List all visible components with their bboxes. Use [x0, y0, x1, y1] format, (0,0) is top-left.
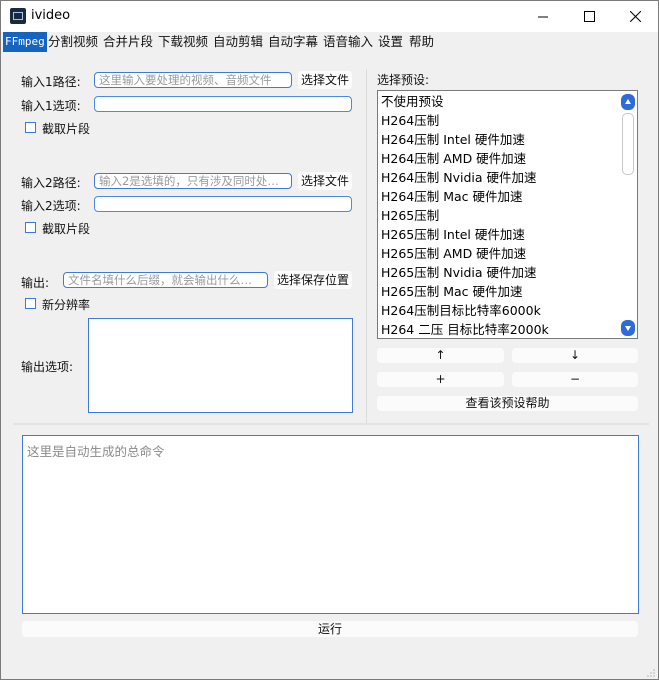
- input1-options-field[interactable]: [94, 96, 352, 112]
- input1-path-label: 输入1路径:: [21, 75, 81, 89]
- list-item[interactable]: H265压制 AMD 硬件加速: [381, 244, 526, 263]
- list-item[interactable]: H265压制: [381, 206, 439, 225]
- tab-help[interactable]: 帮助: [407, 32, 436, 52]
- output-path-field[interactable]: 文件名填什么后缀，就会输出什么…: [63, 272, 268, 288]
- list-item[interactable]: H265压制 Nvidia 硬件加速: [381, 263, 537, 282]
- section-divider: [13, 423, 649, 425]
- move-preset-up-button[interactable]: ↑: [377, 348, 504, 363]
- input1-clip-label: 截取片段: [42, 122, 91, 136]
- minimize-icon: [538, 16, 548, 17]
- command-field[interactable]: 这里是自动生成的总命令: [22, 435, 639, 614]
- run-button[interactable]: 运行: [22, 621, 638, 637]
- list-item[interactable]: H264压制: [381, 111, 439, 130]
- list-item[interactable]: H265压制 Intel 硬件加速: [381, 225, 525, 244]
- input2-options-field[interactable]: [94, 196, 352, 212]
- new-resolution-label: 新分辨率: [42, 298, 91, 312]
- presets-list[interactable]: 不使用预设 H264压制 H264压制 Intel 硬件加速 H264压制 AM…: [377, 90, 638, 339]
- list-item[interactable]: H264压制 Intel 硬件加速: [381, 130, 525, 149]
- tab-settings[interactable]: 设置: [376, 32, 405, 52]
- input2-choose-file-button[interactable]: 选择文件: [298, 172, 352, 190]
- presets-label: 选择预设:: [377, 73, 430, 87]
- output-options-field[interactable]: [88, 318, 353, 413]
- maximize-button[interactable]: [566, 1, 612, 32]
- input1-options-label: 输入1选项:: [21, 99, 81, 113]
- tab-ffmpeg[interactable]: FFmpeg: [3, 32, 47, 52]
- panel-divider: [366, 69, 367, 424]
- choose-save-location-button[interactable]: 选择保存位置: [274, 271, 352, 289]
- presets-scrollbar[interactable]: [620, 92, 636, 337]
- minimize-button[interactable]: [520, 1, 566, 32]
- move-preset-down-button[interactable]: ↓: [512, 348, 638, 363]
- tab-auto-edit[interactable]: 自动剪辑: [211, 32, 265, 52]
- preset-help-button[interactable]: 查看该预设帮助: [377, 396, 638, 411]
- maximize-icon: [583, 11, 595, 22]
- tab-voice-input[interactable]: 语音输入: [321, 32, 375, 52]
- tab-split-video[interactable]: 分割视频: [46, 32, 100, 52]
- resize-grip-icon[interactable]: [646, 668, 656, 678]
- tab-merge-clips[interactable]: 合并片段: [101, 32, 155, 52]
- list-item[interactable]: H264 二压 目标比特率2000k: [381, 320, 549, 338]
- scrollbar-thumb[interactable]: [622, 113, 634, 175]
- input2-path-label: 输入2路径:: [21, 176, 81, 190]
- tab-auto-subtitle[interactable]: 自动字幕: [266, 32, 320, 52]
- input1-path-field[interactable]: 这里输入要处理的视频、音频文件: [94, 72, 292, 88]
- input1-choose-file-button[interactable]: 选择文件: [298, 71, 352, 89]
- app-icon: [10, 8, 26, 24]
- new-resolution-checkbox[interactable]: [25, 298, 36, 309]
- add-preset-button[interactable]: +: [377, 372, 504, 387]
- scroll-up-icon[interactable]: [621, 94, 635, 110]
- close-icon: [629, 11, 641, 22]
- input2-options-label: 输入2选项:: [21, 199, 81, 213]
- tab-download-video[interactable]: 下载视频: [156, 32, 210, 52]
- list-item[interactable]: H264压制 AMD 硬件加速: [381, 149, 526, 168]
- window-title: ivideo: [31, 8, 71, 23]
- app-window: ivideo FFmpeg 分割视频 合并片段 下载视频 自动剪辑 自动字幕 语…: [0, 0, 659, 680]
- input2-path-field[interactable]: 输入2是选填的，只有涉及同时处…: [94, 173, 292, 189]
- remove-preset-button[interactable]: −: [512, 372, 638, 387]
- output-label: 输出:: [21, 276, 50, 290]
- input1-clip-checkbox[interactable]: [25, 122, 36, 133]
- scroll-down-icon[interactable]: [621, 320, 635, 336]
- input2-clip-checkbox[interactable]: [25, 222, 36, 233]
- title-bar: ivideo: [1, 1, 658, 32]
- list-item[interactable]: H264压制 Mac 硬件加速: [381, 187, 523, 206]
- list-item[interactable]: H264压制目标比特率6000k: [381, 301, 541, 320]
- list-item[interactable]: H264压制 Nvidia 硬件加速: [381, 168, 537, 187]
- tab-bar: FFmpeg 分割视频 合并片段 下载视频 自动剪辑 自动字幕 语音输入 设置 …: [1, 32, 658, 52]
- list-item[interactable]: 不使用预设: [381, 92, 444, 111]
- list-item[interactable]: H265压制 Mac 硬件加速: [381, 282, 523, 301]
- command-placeholder: 这里是自动生成的总命令: [27, 444, 165, 459]
- output-options-label: 输出选项:: [21, 360, 74, 374]
- input2-clip-label: 截取片段: [42, 222, 91, 236]
- close-button[interactable]: [612, 1, 658, 32]
